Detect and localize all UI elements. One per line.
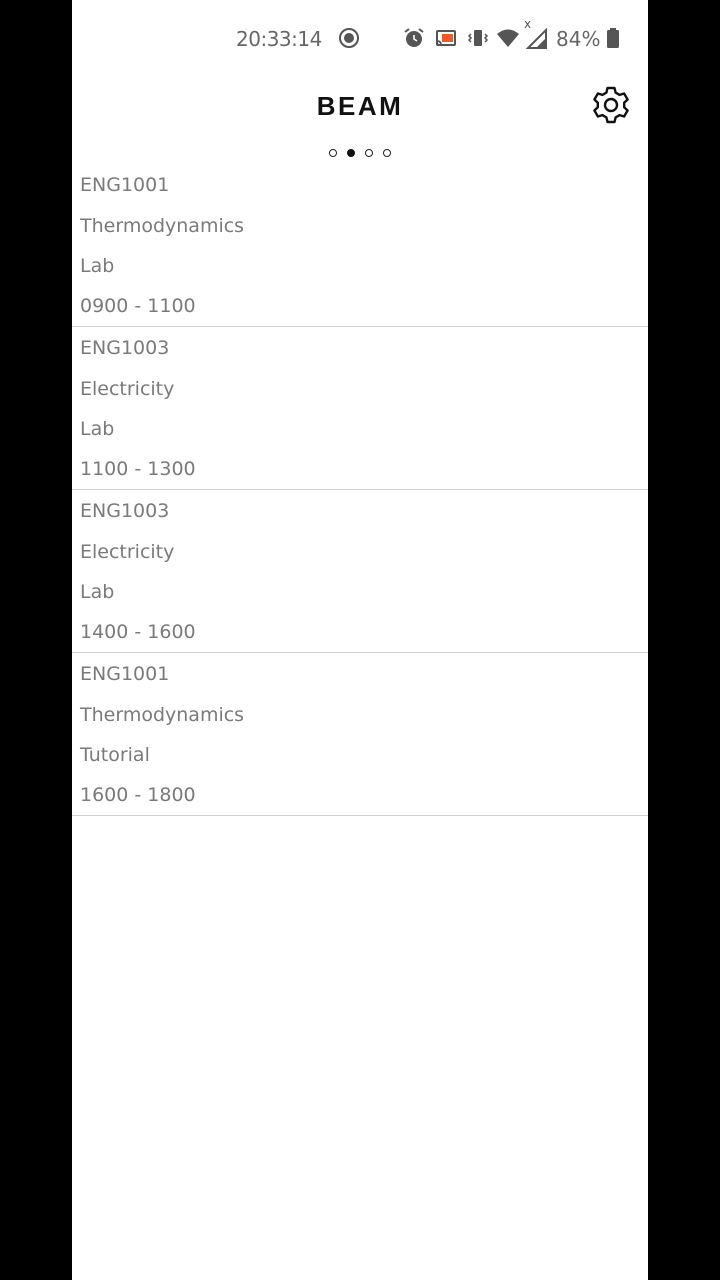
- status-bar: 20:33:14 x 84%: [72, 17, 648, 58]
- class-type: Lab: [80, 255, 115, 277]
- record-icon: [337, 26, 361, 50]
- page-dot[interactable]: [365, 149, 373, 157]
- settings-button[interactable]: [590, 84, 632, 126]
- course-code: ENG1001: [80, 663, 170, 685]
- class-time: 0900 - 1100: [80, 295, 196, 317]
- app-screen: 20:33:14 x 84% BEAM ENG1001 Thermodynami…: [72, 0, 648, 1280]
- course-subject: Electricity: [80, 378, 175, 400]
- gear-icon: [593, 86, 629, 124]
- cast-screen: [442, 34, 453, 42]
- class-type: Lab: [80, 581, 115, 603]
- schedule-item[interactable]: ENG1003 Electricity Lab 1400 - 1600: [72, 490, 648, 653]
- course-code: ENG1001: [80, 174, 170, 196]
- course-code: ENG1003: [80, 500, 170, 522]
- vibrate-icon: [466, 26, 490, 50]
- battery-percent: 84%: [556, 27, 601, 51]
- page-dot[interactable]: [329, 149, 337, 157]
- class-time: 1400 - 1600: [80, 621, 196, 643]
- schedule-list: ENG1001 Thermodynamics Lab 0900 - 1100 E…: [72, 164, 648, 816]
- class-type: Lab: [80, 418, 115, 440]
- schedule-item[interactable]: ENG1001 Thermodynamics Tutorial 1600 - 1…: [72, 653, 648, 816]
- cast-icon: [434, 26, 458, 50]
- app-title: BEAM: [316, 91, 404, 121]
- class-time: 1600 - 1800: [80, 784, 196, 806]
- battery-icon: [601, 26, 625, 50]
- signal-icon: x: [524, 17, 548, 50]
- page-dot-active[interactable]: [347, 149, 355, 157]
- wifi-icon: [496, 26, 520, 50]
- signal-mark: x: [524, 17, 532, 31]
- schedule-item[interactable]: ENG1001 Thermodynamics Lab 0900 - 1100: [72, 164, 648, 327]
- status-time: 20:33:14: [236, 27, 322, 51]
- page-dot[interactable]: [383, 149, 391, 157]
- course-subject: Electricity: [80, 541, 175, 563]
- class-time: 1100 - 1300: [80, 458, 196, 480]
- alarm-icon: [402, 26, 426, 50]
- app-bar: BEAM: [72, 80, 648, 136]
- course-subject: Thermodynamics: [80, 704, 245, 726]
- course-subject: Thermodynamics: [80, 215, 245, 237]
- page-indicator: [72, 149, 648, 161]
- class-type: Tutorial: [80, 744, 150, 766]
- schedule-item[interactable]: ENG1003 Electricity Lab 1100 - 1300: [72, 327, 648, 490]
- course-code: ENG1003: [80, 337, 170, 359]
